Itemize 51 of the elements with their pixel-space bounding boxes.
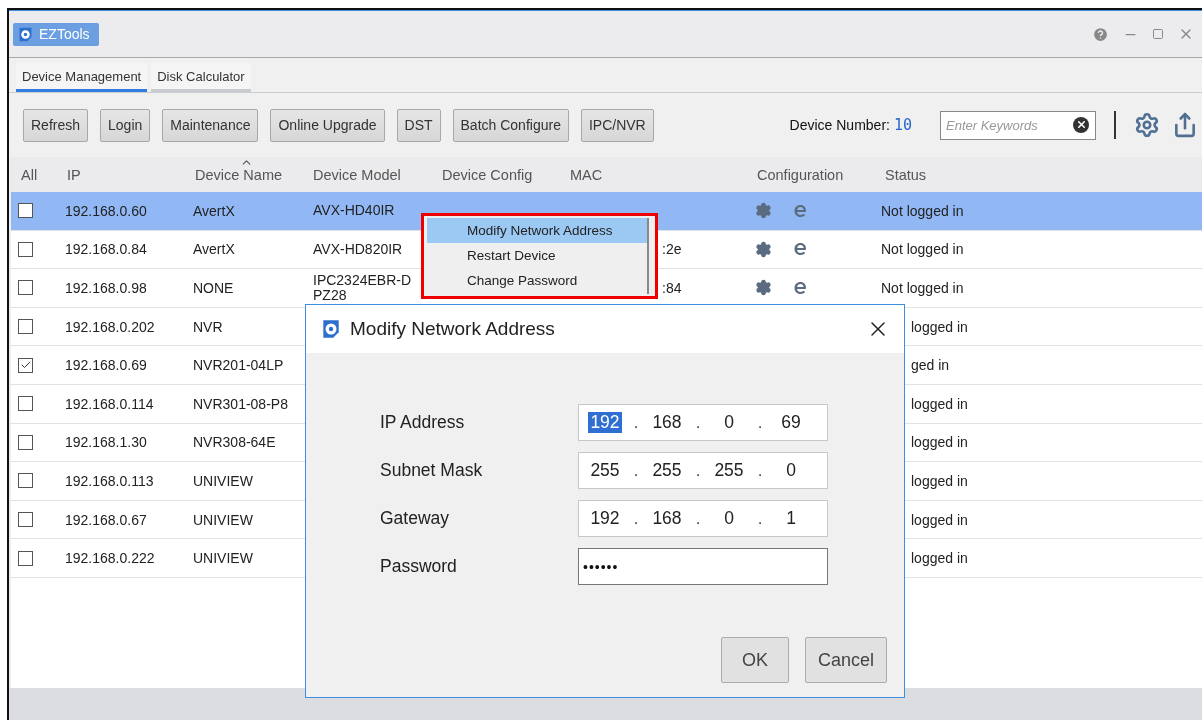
name-cell-text: UNIVIEW (192, 550, 253, 567)
device-number: 10 (893, 116, 912, 134)
mac-cell-text: :2e (661, 241, 682, 258)
name-cell-text: AvertX (192, 241, 235, 258)
name-cell-text: NVR301-08-P8 (192, 395, 288, 412)
octet-separator: . (694, 412, 702, 433)
octet-separator: . (694, 460, 702, 481)
field-label: IP Address (380, 412, 466, 433)
model-cell-text: IPC2324EBR-DPZ28 (312, 273, 413, 303)
status-cell: logged in (911, 434, 968, 451)
ip-cell-text: 192.168.1.30 (64, 434, 147, 451)
status-cell: logged in (911, 318, 968, 335)
status-cell: ged in (911, 357, 950, 374)
status-cell-text: Not logged in (880, 241, 964, 258)
status-cell: logged in (911, 395, 968, 412)
ip-cell-text: 192.168.0.69 (64, 357, 147, 374)
name-cell-text: UNIVIEW (192, 472, 253, 489)
octet-separator: . (694, 508, 702, 529)
octet-separator: . (632, 508, 640, 529)
name-cell-text: NVR308-64E (192, 434, 276, 451)
ip-cell-text: 192.168.0.113 (64, 472, 154, 489)
field-label: Gateway (380, 508, 451, 529)
ip-cell-text: 192.168.0.202 (64, 318, 155, 335)
octet-separator: . (756, 508, 764, 529)
octet-separator: . (756, 412, 764, 433)
ip-cell-text: 192.168.0.84 (64, 241, 147, 258)
model-cell-text: AVX-HD40IR (312, 203, 396, 219)
window-title: EZTools (39, 26, 90, 42)
status-cell-text: Not logged in (880, 202, 964, 219)
ip-cell-text: 192.168.0.222 (64, 550, 155, 567)
dialog-title: Modify Network Address (350, 318, 555, 340)
field-label: Subnet Mask (380, 460, 484, 481)
ip-cell-text: 192.168.0.98 (64, 280, 147, 296)
name-cell-text: AvertX (192, 202, 235, 219)
field-label: Password (380, 556, 458, 577)
device-number-label: Device Number: (789, 117, 890, 133)
octet-separator: . (756, 460, 764, 481)
ip-cell-text: 192.168.0.60 (64, 202, 147, 219)
ip-cell-text: 192.168.0.67 (64, 511, 147, 528)
octet-separator: . (632, 412, 640, 433)
name-cell-text: NVR (192, 318, 223, 335)
name-cell-text: NVR201-04LP (192, 357, 284, 374)
name-cell-text: NONE (192, 280, 234, 296)
model-cell-text: AVX-HD820IR (312, 241, 404, 257)
ip-cell-text: 192.168.0.114 (64, 395, 154, 412)
name-cell-text: UNIVIEW (192, 511, 253, 528)
status-cell: logged in (911, 550, 968, 567)
status-cell: logged in (911, 511, 968, 528)
status-cell: logged in (911, 472, 968, 489)
status-cell-text: Not logged in (880, 280, 964, 296)
octet-separator: . (632, 460, 640, 481)
